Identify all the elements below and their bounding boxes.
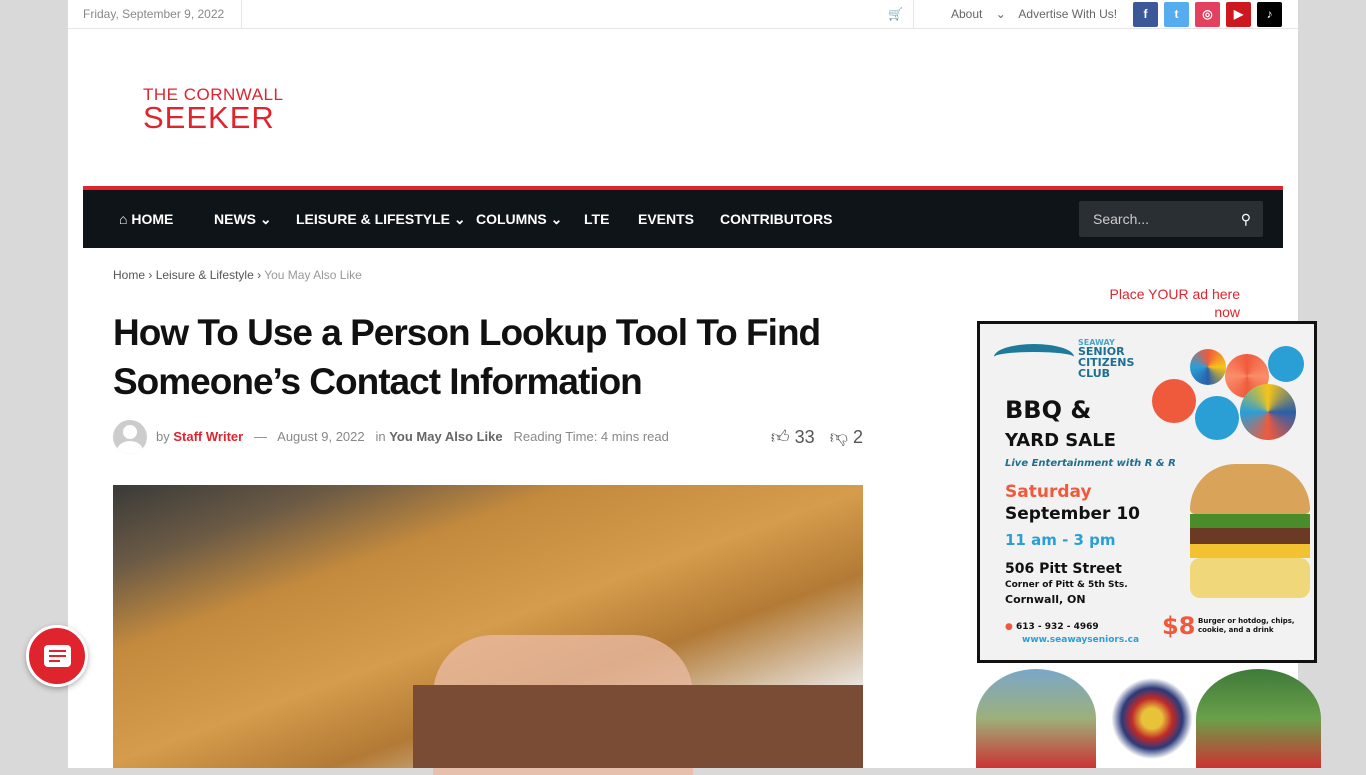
featured-image bbox=[113, 485, 863, 775]
current-date: Friday, September 9, 2022 bbox=[83, 7, 225, 21]
main-nav: ⌂ HOME NEWS ⌄ LEISURE & LIFESTYLE ⌄ COLU… bbox=[83, 186, 1283, 248]
reading-time: Reading Time: 4 mins read bbox=[513, 429, 669, 444]
nav-lte[interactable]: LTE bbox=[584, 190, 609, 248]
search-icon[interactable]: ⚲ bbox=[1241, 201, 1251, 237]
article-title: How To Use a Person Lookup Tool To Find … bbox=[113, 312, 821, 402]
article-meta: by Staff Writer — August 9, 2022 in You … bbox=[113, 420, 863, 454]
like-button[interactable]: 👍︎ 33 bbox=[771, 427, 815, 447]
breadcrumb-home[interactable]: Home bbox=[113, 268, 145, 282]
advertise-link[interactable]: Advertise With Us! bbox=[1018, 7, 1117, 21]
bbq-ad-banner[interactable]: SEAWAY SENIOR CITIZENS CLUB BBQ & YARD SAL… bbox=[977, 321, 1317, 663]
chat-button[interactable] bbox=[26, 625, 88, 687]
nav-columns[interactable]: COLUMNS ⌄ bbox=[476, 190, 562, 248]
club-logo-icon bbox=[994, 344, 1074, 370]
divider bbox=[241, 0, 242, 29]
phone-icon: ● bbox=[1005, 622, 1013, 632]
nav-news[interactable]: NEWS ⌄ bbox=[214, 190, 272, 248]
advertise-link[interactable]: Place YOUR ad here now bbox=[1104, 285, 1240, 321]
about-link[interactable]: About ⌄ bbox=[951, 7, 1006, 21]
powwow-image[interactable] bbox=[976, 669, 1096, 768]
instagram-icon[interactable]: ◎ bbox=[1195, 2, 1220, 27]
post-date: August 9, 2022 bbox=[277, 429, 365, 444]
medicine-wheel-image[interactable] bbox=[1106, 669, 1198, 768]
thumbs-down-icon: 👎︎ bbox=[829, 427, 848, 447]
breadcrumb-leisure[interactable]: Leisure & Lifestyle bbox=[156, 268, 254, 282]
nav-home[interactable]: ⌂ HOME bbox=[119, 190, 173, 248]
author-link[interactable]: Staff Writer bbox=[173, 429, 243, 444]
site-logo[interactable]: THE CORNWALL SEEKER bbox=[143, 86, 283, 133]
nav-contributors[interactable]: CONTRIBUTORS bbox=[720, 190, 833, 248]
top-bar: Friday, September 9, 2022 🛒 About ⌄ Adve… bbox=[68, 0, 1298, 29]
nav-events[interactable]: EVENTS bbox=[638, 190, 694, 248]
dislike-button[interactable]: 👎︎ 2 bbox=[830, 427, 863, 447]
tiktok-icon[interactable]: ♪ bbox=[1257, 2, 1282, 27]
avatar[interactable] bbox=[113, 420, 147, 454]
nav-leisure[interactable]: LEISURE & LIFESTYLE ⌄ bbox=[296, 190, 466, 248]
sidebar-thumbnails bbox=[976, 669, 1321, 768]
cart-icon[interactable]: 🛒 bbox=[888, 7, 903, 21]
youtube-icon[interactable]: ▶ bbox=[1226, 2, 1251, 27]
chat-icon bbox=[44, 645, 71, 667]
dancers-image[interactable] bbox=[1196, 669, 1321, 768]
twitter-icon[interactable]: t bbox=[1164, 2, 1189, 27]
facebook-icon[interactable]: f bbox=[1133, 2, 1158, 27]
home-icon: ⌂ bbox=[119, 211, 128, 227]
thumbs-up-icon: 👍︎ bbox=[770, 427, 790, 447]
page: Friday, September 9, 2022 🛒 About ⌄ Adve… bbox=[68, 0, 1321, 775]
breadcrumb-current: You May Also Like bbox=[264, 268, 362, 282]
breadcrumb: Home › Leisure & Lifestyle › You May Als… bbox=[113, 268, 362, 282]
divider bbox=[913, 0, 914, 29]
burger-image bbox=[1190, 464, 1310, 614]
search-input[interactable]: Search... ⚲ bbox=[1079, 201, 1263, 237]
category-link[interactable]: You May Also Like bbox=[389, 429, 502, 444]
